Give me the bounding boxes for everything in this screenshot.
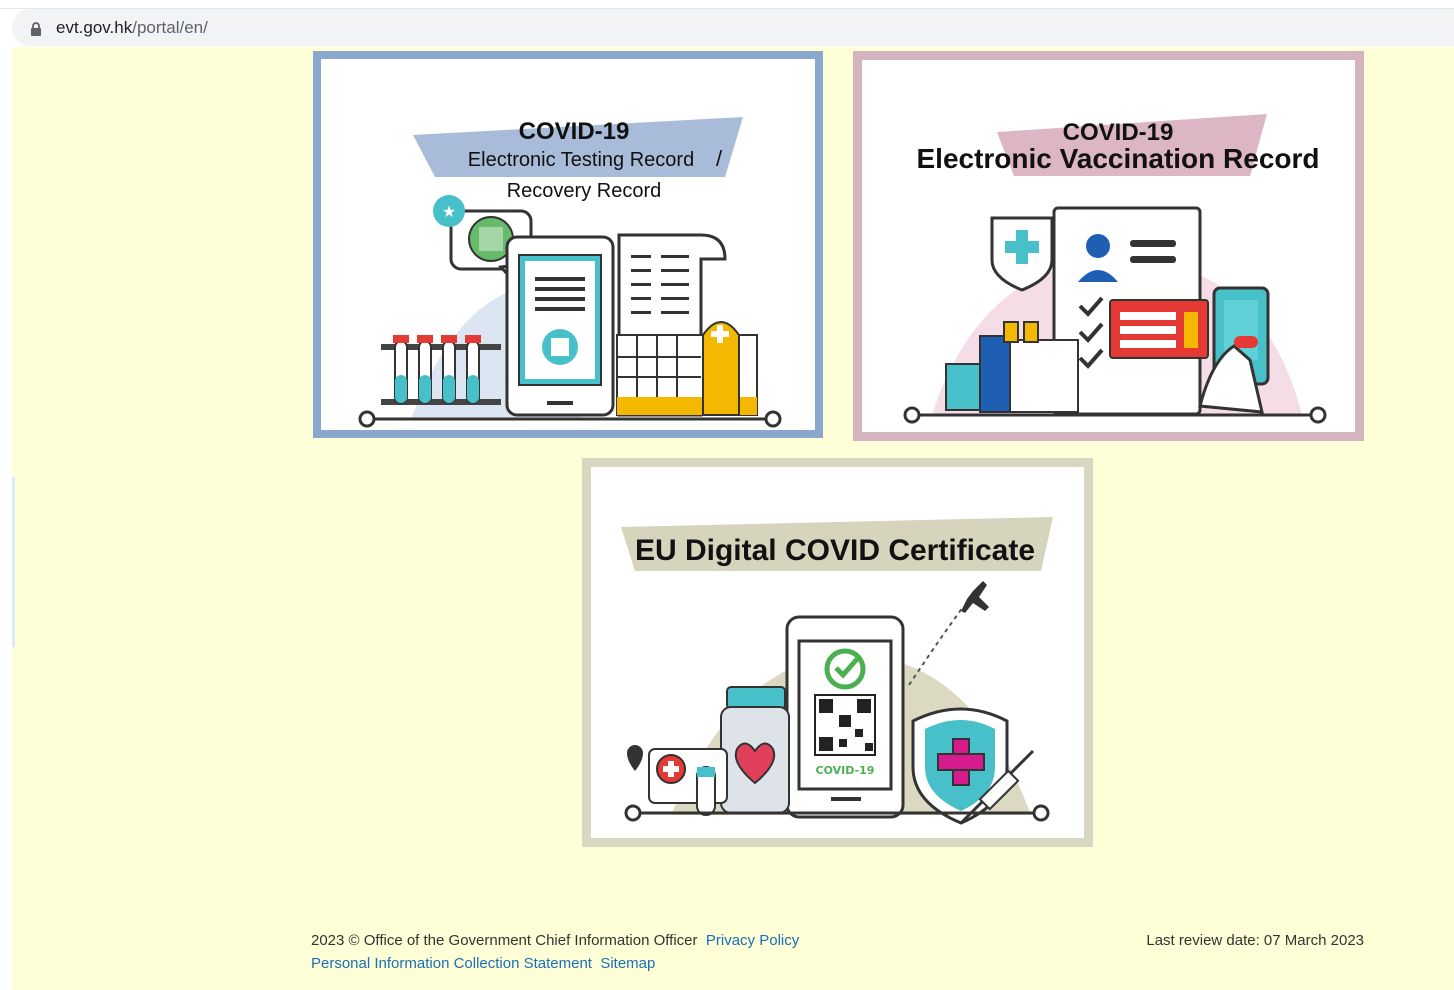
- sitemap-link[interactable]: Sitemap: [600, 955, 655, 972]
- testing-title-line1: COVID-19: [519, 118, 630, 145]
- eu-certificate-illustration: EU Digital COVID Certificate COVID-19: [621, 517, 1053, 825]
- testing-title-line2: Electronic Testing Record: [468, 149, 694, 171]
- last-review-date: Last review date: 07 March 2023: [1146, 932, 1364, 949]
- eu-certificate-card[interactable]: EU Digital COVID Certificate COVID-19: [582, 458, 1093, 847]
- url-domain: evt.gov.hk: [56, 17, 133, 37]
- phone-icon: [505, 235, 615, 417]
- url-text[interactable]: evt.gov.hk/portal/en/: [56, 18, 208, 38]
- testing-record-illustration: COVID-19 Electronic Testing Record / Rec…: [358, 117, 782, 428]
- vaccination-card-icon: [1109, 299, 1209, 359]
- eu-title: EU Digital COVID Certificate: [635, 534, 1035, 567]
- svg-text:★: ★: [442, 202, 456, 221]
- airplane-icon: [908, 581, 989, 686]
- pics-link[interactable]: Personal Information Collection Statemen…: [311, 955, 592, 972]
- heart-jar-icon: [720, 686, 790, 814]
- lock-icon[interactable]: [30, 21, 42, 36]
- eu-baseline-dot-left: [624, 804, 642, 822]
- address-bar[interactable]: evt.gov.hk/portal/en/: [12, 9, 1454, 46]
- vaccination-record-illustration: COVID-19 Electronic Vaccination Record: [903, 114, 1327, 424]
- testing-record-card[interactable]: COVID-19 Electronic Testing Record / Rec…: [313, 51, 823, 438]
- url-path: /portal/en/: [132, 17, 208, 37]
- privacy-policy-link[interactable]: Privacy Policy: [706, 932, 799, 949]
- phone-covid-label: COVID-19: [816, 764, 875, 777]
- testing-title-separator: /: [716, 146, 723, 171]
- side-scroll-indicator: [12, 477, 15, 647]
- hospital-icon: [616, 321, 758, 416]
- vaccination-title-line1: COVID-19: [1063, 119, 1174, 146]
- vaccination-baseline-dot-left: [903, 406, 921, 424]
- testing-baseline-dot-right: [764, 410, 782, 428]
- page-content: COVID-19 Electronic Testing Record / Rec…: [12, 47, 1454, 990]
- testing-title-line3: Recovery Record: [507, 180, 662, 202]
- medical-shield-icon: [990, 216, 1054, 292]
- eu-baseline-dot-right: [1032, 804, 1050, 822]
- footer-links: 2023 © Office of the Government Chief In…: [311, 929, 811, 975]
- vaccination-record-card[interactable]: COVID-19 Electronic Vaccination Record: [853, 51, 1364, 441]
- vaccination-baseline-dot-right: [1309, 406, 1327, 424]
- qr-phone-icon: COVID-19: [785, 615, 905, 819]
- browser-tab-strip: [0, 0, 1454, 9]
- copyright-text: 2023 © Office of the Government Chief In…: [311, 932, 698, 949]
- testing-baseline-dot-left: [358, 410, 376, 428]
- vaccination-title-line2: Electronic Vaccination Record: [916, 143, 1319, 174]
